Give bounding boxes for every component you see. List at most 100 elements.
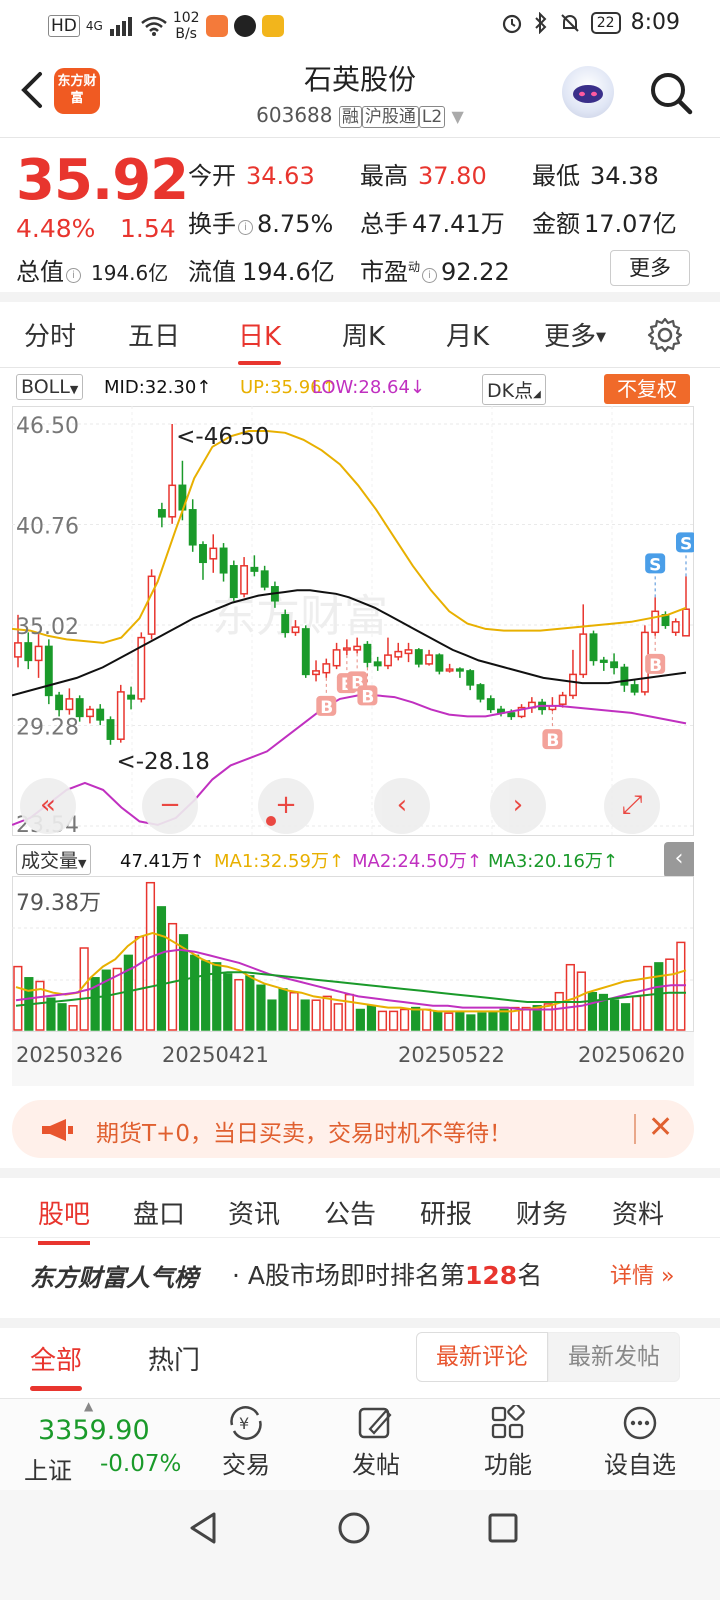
settings-gear-icon[interactable] bbox=[646, 316, 684, 354]
megaphone-icon bbox=[42, 1119, 73, 1141]
candle-body bbox=[651, 610, 660, 634]
scroll-right-button[interactable]: › bbox=[490, 778, 546, 834]
nav-functions[interactable]: 功能 bbox=[458, 1405, 558, 1480]
back-triangle-icon[interactable] bbox=[186, 1510, 220, 1546]
tab-monthly-k[interactable]: 月K bbox=[446, 316, 489, 353]
app-notification-icon bbox=[205, 15, 228, 37]
tag-margin: 融 bbox=[338, 106, 362, 128]
zoom-out-button[interactable]: − bbox=[142, 778, 198, 834]
volume-bar bbox=[57, 1003, 67, 1031]
popularity-rank[interactable]: 东方财富人气榜 · A股市场即时排名第128名 详情 » bbox=[0, 1240, 720, 1310]
volume-bar bbox=[433, 1010, 443, 1031]
change-percent: 4.48% bbox=[16, 214, 96, 243]
candle-body bbox=[301, 628, 310, 676]
volume-bar bbox=[554, 991, 564, 1031]
sort-latest-comment[interactable]: 最新评论 bbox=[416, 1332, 548, 1382]
candle-body bbox=[312, 670, 320, 676]
expand-up-icon[interactable]: ▲ bbox=[84, 1399, 93, 1413]
grid-apps-icon bbox=[491, 1405, 525, 1439]
volume-bar bbox=[587, 991, 598, 1031]
tab-weekly-k[interactable]: 周K bbox=[342, 316, 385, 353]
volume-bar bbox=[565, 963, 575, 1031]
collapse-panel-icon[interactable]: ‹ bbox=[664, 842, 694, 878]
candle-body bbox=[34, 645, 43, 662]
tab-guba[interactable]: 股吧 bbox=[38, 1194, 91, 1245]
candle-body bbox=[157, 509, 166, 518]
candle-body bbox=[569, 673, 577, 697]
tab-research[interactable]: 研报 bbox=[420, 1194, 472, 1231]
candle-body bbox=[260, 570, 269, 588]
info-icon[interactable]: i bbox=[238, 220, 253, 235]
info-icon[interactable]: i bbox=[66, 268, 81, 283]
tag-l2: L2 bbox=[418, 106, 446, 128]
adjust-price-button[interactable]: 不复权 bbox=[604, 374, 690, 404]
robot-assistant-icon[interactable] bbox=[562, 66, 614, 118]
mail-icon bbox=[261, 15, 284, 37]
boll-mid: MID:32.30↑ bbox=[104, 377, 212, 398]
system-nav-bar bbox=[0, 1490, 720, 1600]
sort-latest-post[interactable]: 最新发帖 bbox=[548, 1332, 680, 1382]
tab-intraday[interactable]: 分时 bbox=[24, 316, 76, 353]
rank-detail-link[interactable]: 详情 » bbox=[610, 1258, 674, 1290]
pe-field: 市盈动i 92.22 bbox=[360, 258, 510, 286]
volume-bar bbox=[300, 999, 310, 1031]
info-icon[interactable]: i bbox=[422, 268, 438, 283]
volume-bar bbox=[366, 1005, 377, 1031]
tab-five-day[interactable]: 五日 bbox=[128, 316, 180, 353]
scroll-far-left-button[interactable]: « bbox=[20, 778, 76, 834]
dk-point-select[interactable]: DK点◢ bbox=[482, 374, 546, 405]
tab-news[interactable]: 资讯 bbox=[228, 1194, 280, 1231]
volume-bar bbox=[68, 1005, 78, 1031]
stock-header: 东方财富 石英股份 603688 融沪股通 L2 ▼ bbox=[0, 48, 720, 138]
home-circle-icon[interactable] bbox=[336, 1510, 372, 1546]
index-value[interactable]: 3359.90 bbox=[38, 1415, 150, 1446]
index-name: 上证 bbox=[24, 1457, 72, 1485]
tab-hot[interactable]: 热门 bbox=[148, 1340, 200, 1377]
tab-all[interactable]: 全部 bbox=[30, 1340, 83, 1391]
close-icon[interactable]: ✕ bbox=[648, 1110, 673, 1145]
fullscreen-expand-icon[interactable]: ⤢ bbox=[604, 778, 660, 834]
volume-bar bbox=[466, 1014, 476, 1031]
tab-daily-k[interactable]: 日K bbox=[238, 316, 282, 365]
nav-trade[interactable]: ¥ 交易 bbox=[196, 1405, 296, 1480]
search-icon[interactable] bbox=[648, 70, 694, 116]
more-button[interactable]: 更多 bbox=[610, 250, 690, 286]
volume-indicator-select[interactable]: 成交量▼ bbox=[16, 844, 92, 875]
scroll-left-button[interactable]: ‹ bbox=[374, 778, 430, 834]
volume-bar bbox=[234, 978, 244, 1031]
candle-body bbox=[425, 654, 434, 665]
yuan-exchange-icon: ¥ bbox=[230, 1406, 262, 1440]
float-cap-field: 流值 194.6亿 bbox=[188, 258, 335, 286]
candle-body bbox=[291, 626, 300, 634]
y-tick-label: 40.76 bbox=[16, 515, 79, 540]
recents-square-icon[interactable] bbox=[486, 1510, 520, 1546]
y-tick-label: 46.50 bbox=[16, 414, 79, 439]
volume-bar bbox=[411, 1006, 421, 1031]
signal-letter: B bbox=[361, 687, 374, 707]
volume-bar bbox=[289, 991, 299, 1031]
tab-finance[interactable]: 财务 bbox=[516, 1194, 568, 1231]
candle-body bbox=[65, 698, 74, 711]
boll-low: LOW:28.64↓ bbox=[312, 377, 425, 398]
nav-post[interactable]: 发帖 bbox=[326, 1405, 426, 1480]
tab-announcements[interactable]: 公告 bbox=[324, 1194, 376, 1231]
volume-chart[interactable]: 79.38万 20250326 20250421 20250522 20250620 bbox=[12, 876, 694, 1086]
section-tabs: 股吧 盘口 资讯 公告 研报 财务 资料 bbox=[0, 1168, 720, 1245]
candle-body bbox=[332, 649, 341, 667]
indicator-select[interactable]: BOLL▼ bbox=[16, 374, 84, 400]
tab-pankou[interactable]: 盘口 bbox=[133, 1194, 185, 1231]
candle-body bbox=[106, 719, 115, 740]
zoom-in-button[interactable]: + bbox=[258, 778, 314, 834]
candle-body bbox=[353, 645, 362, 651]
nav-customize-watchlist[interactable]: 设自选 bbox=[590, 1405, 690, 1480]
tab-profile[interactable]: 资料 bbox=[612, 1194, 664, 1231]
promo-banner[interactable]: 期货T+0，当日买卖，交易时机不等待！ ✕ bbox=[12, 1100, 694, 1158]
tab-more[interactable]: 更多▼ bbox=[544, 316, 606, 353]
candle-body bbox=[75, 698, 84, 718]
dropdown-triangle-icon[interactable]: ▼ bbox=[452, 107, 464, 126]
candlestick-chart[interactable]: 东方财富 <-46.50<-28.18 BBBBBBSS 46.5040.763… bbox=[12, 406, 694, 836]
change-amount: 1.54 bbox=[120, 214, 176, 243]
volume-bar bbox=[190, 954, 200, 1031]
candle-body bbox=[610, 661, 619, 669]
candle-body bbox=[394, 650, 403, 658]
